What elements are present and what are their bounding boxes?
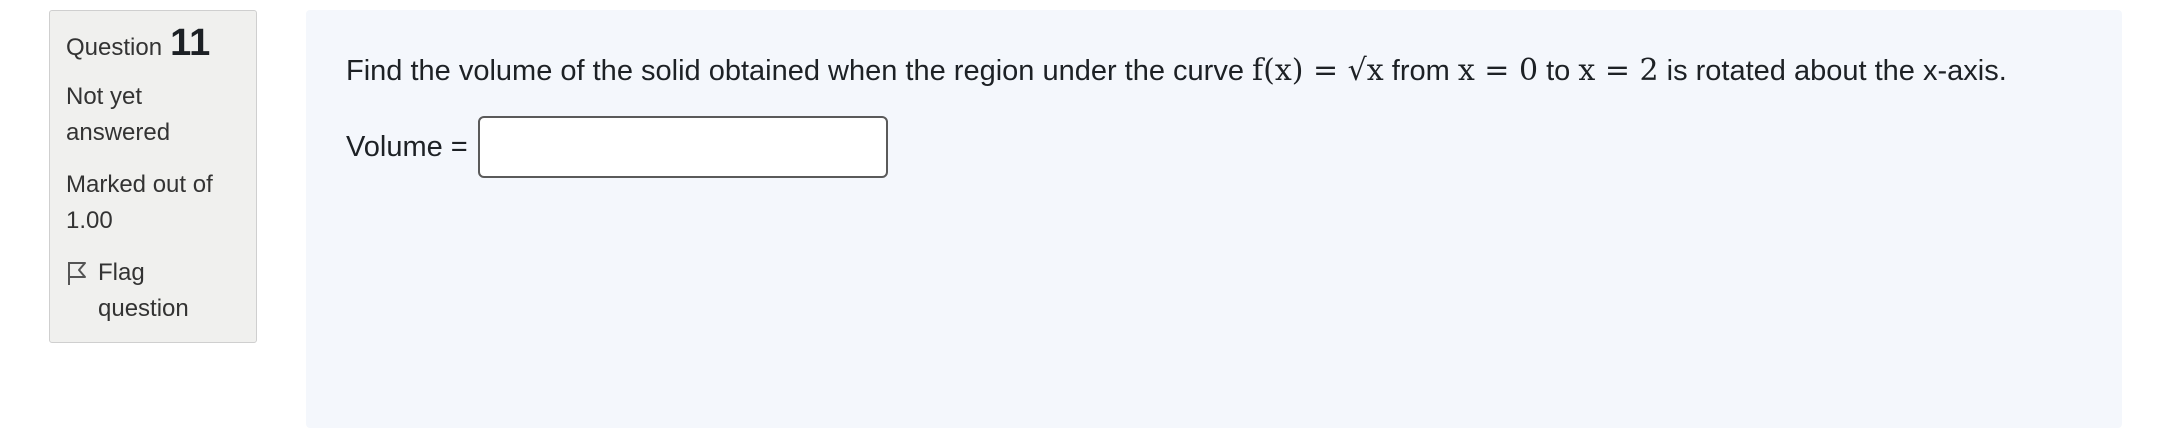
- math-upper-bound: x = 2: [1578, 53, 1659, 88]
- question-text-part: to: [1538, 55, 1579, 87]
- question-content: Find the volume of the solid obtained wh…: [306, 10, 2122, 428]
- question-text-part: Find the volume of the solid obtained wh…: [346, 55, 1253, 87]
- answer-row: Volume =: [346, 116, 2082, 178]
- flag-icon: [66, 260, 88, 286]
- question-grade: Marked out of 1.00: [66, 171, 213, 234]
- question-text: Find the volume of the solid obtained wh…: [346, 48, 2082, 94]
- question-label: Question: [66, 34, 163, 61]
- question-number: Question 11: [66, 22, 240, 69]
- volume-answer-input[interactable]: [477, 116, 888, 178]
- math-lower-bound: x = 0: [1457, 53, 1539, 88]
- question-text-part: is rotated about the x-axis.: [1658, 55, 2007, 87]
- math-function: f(x) = √x: [1252, 53, 1384, 88]
- question-info-panel: Question 11 Not yet answered Marked out …: [49, 10, 257, 343]
- answer-label: Volume =: [346, 130, 468, 163]
- flag-question-label: Flag question: [98, 259, 189, 322]
- question-state: Not yet answered: [66, 83, 171, 146]
- question-text-part: from: [1383, 55, 1458, 87]
- flag-question-button[interactable]: Flag question: [66, 255, 240, 327]
- question-number-value: 11: [170, 22, 211, 64]
- math-function-text: f(x) = √x: [1252, 53, 1384, 88]
